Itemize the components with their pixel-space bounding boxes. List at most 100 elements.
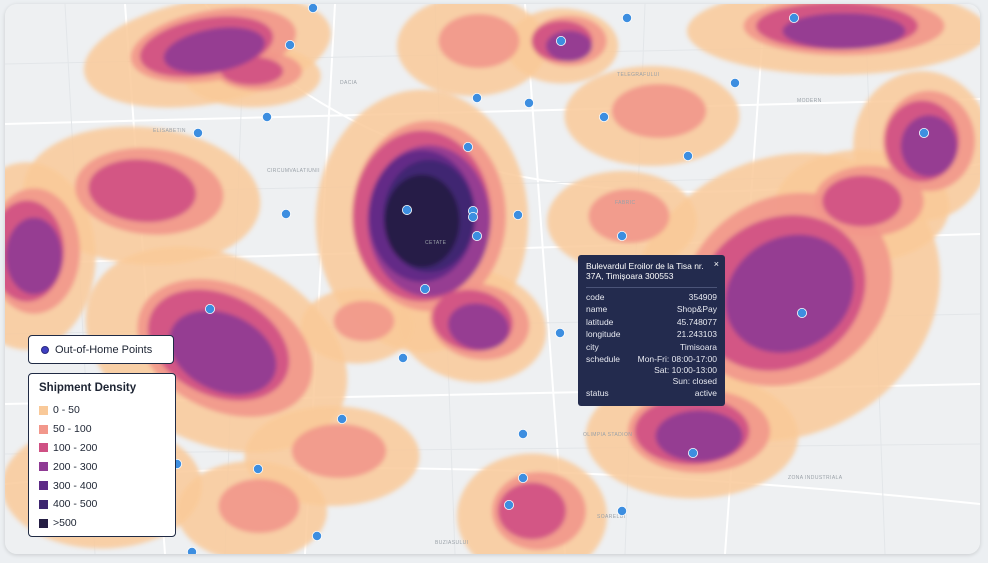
ooh-point-marker[interactable] [252,463,263,474]
density-bin: 300 - 400 [39,476,165,495]
ooh-point-marker[interactable] [688,447,699,458]
ooh-point-marker[interactable] [471,230,482,241]
point-tooltip: × Bulevardul Eroilor de la Tisa nr. 37A,… [578,255,725,406]
ooh-point-marker[interactable] [518,428,529,439]
density-swatch [39,405,48,415]
field-value: active [694,387,717,398]
tooltip-field-latitude: latitude 45.748077 [586,317,717,328]
ooh-point-marker[interactable] [462,141,473,152]
ooh-point-marker[interactable] [556,36,567,47]
tooltip-field-status: status active [586,388,717,399]
density-contour [545,30,593,62]
street-label: DACIA [340,80,358,86]
field-key: schedule [586,353,621,364]
density-contour [822,175,902,227]
density-contour [900,115,958,177]
ooh-point-marker[interactable] [797,307,808,318]
ooh-point-marker[interactable] [311,531,322,542]
ooh-point-marker[interactable] [555,327,566,338]
density-contour [218,479,300,533]
street-label: ZONA INDUSTRIALA [788,475,843,481]
ooh-point-marker[interactable] [397,352,408,363]
density-bin: 50 - 100 [39,420,165,439]
ooh-point-marker[interactable] [261,112,272,123]
ooh-point-marker[interactable] [617,230,628,241]
ooh-point-marker[interactable] [512,209,523,220]
street-label: BUZIASULUI [435,540,468,546]
field-key: city [586,341,599,352]
density-bin: 400 - 500 [39,495,165,514]
density-swatch [39,462,48,472]
field-value: 45.748077 [676,316,717,327]
ooh-point-marker[interactable] [617,505,628,516]
field-key: longitude [586,329,621,340]
tooltip-address: Bulevardul Eroilor de la Tisa nr. 37A, T… [586,261,704,281]
points-legend: Out-of-Home Points [28,335,174,364]
density-bin-label: 300 - 400 [53,479,98,492]
ooh-point-marker[interactable] [284,40,295,51]
ooh-point-marker[interactable] [419,283,430,294]
density-contour [384,174,460,268]
ooh-point-marker[interactable] [471,93,482,104]
field-key: code [586,292,605,302]
density-bin: >500 [39,514,165,533]
density-swatch [39,443,48,453]
density-legend-title: Shipment Density [39,382,137,394]
ooh-point-marker[interactable] [187,547,197,554]
density-contour [611,84,707,138]
density-swatch [39,499,48,509]
ooh-point-marker[interactable] [730,78,741,89]
street-label: MODERN [797,98,822,104]
tooltip-divider [586,287,717,288]
ooh-point-marker[interactable] [622,12,633,23]
ooh-point-marker[interactable] [919,128,930,139]
density-contour [588,189,670,243]
street-label: OLIMPIA STADION [583,432,632,438]
ooh-point-marker[interactable] [503,499,514,510]
density-bin-label: 400 - 500 [53,498,98,511]
field-value: Shop&Pay [676,304,717,315]
tooltip-field-city: city Timisoara [586,342,717,353]
field-value: 354909 [688,292,717,302]
field-value: Timisoara [680,341,717,352]
ooh-point-marker[interactable] [192,128,203,139]
street-label: CETATE [425,240,447,246]
density-contour [438,14,520,68]
field-key: name [586,304,608,315]
density-contour [782,13,906,49]
density-bin: 100 - 200 [39,439,165,458]
ooh-point-marker[interactable] [789,12,800,23]
street-label: ELISABETIN [153,128,186,134]
density-bin-label: 200 - 300 [53,460,98,473]
density-contour [291,424,387,478]
density-contour [5,217,63,295]
ooh-point-marker[interactable] [683,150,694,161]
density-contour [333,300,395,342]
density-bin: 0 - 50 [39,401,165,420]
street-label: TELEGRAFULUI [617,72,660,78]
ooh-point-marker[interactable] [467,211,478,222]
density-bin-label: >500 [53,517,77,530]
density-swatch [39,518,48,528]
ooh-point-marker[interactable] [280,208,291,219]
density-bin-label: 0 - 50 [53,404,80,417]
density-bin-label: 100 - 200 [53,441,98,454]
ooh-point-marker[interactable] [524,98,535,109]
ooh-point-marker[interactable] [308,4,318,13]
street-label: CIRCUMVALATIUNII [267,168,320,174]
ooh-point-marker[interactable] [336,413,347,424]
close-icon[interactable]: × [714,259,719,269]
tooltip-field-schedule: schedule Mon-Fri: 08:00-17:00 Sat: 10:00-… [586,354,717,386]
ooh-point-marker[interactable] [599,112,610,123]
density-swatch [39,424,48,434]
density-bin-label: 50 - 100 [53,423,92,436]
ooh-point-marker[interactable] [401,204,412,215]
field-value: Mon-Fri: 08:00-17:00 Sat: 10:00-13:00 Su… [637,353,717,386]
field-key: status [586,387,609,398]
points-legend-label: Out-of-Home Points [55,343,153,356]
ooh-point-marker[interactable] [518,472,529,483]
density-contour [498,482,566,540]
density-bin: 200 - 300 [39,457,165,476]
ooh-point-marker[interactable] [204,303,215,314]
density-swatch [39,481,48,491]
